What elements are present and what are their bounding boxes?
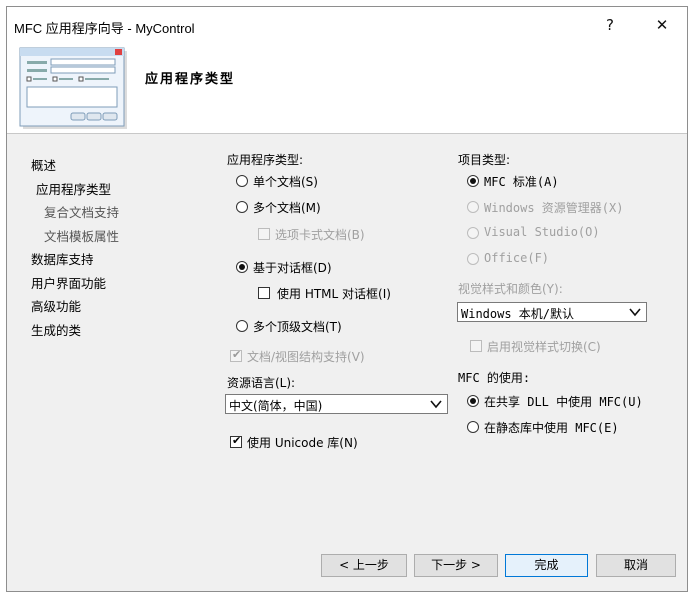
office-label: Office(F) bbox=[484, 251, 550, 265]
radio-static-lib[interactable] bbox=[467, 421, 479, 433]
radio-office[interactable] bbox=[467, 253, 479, 265]
multi-doc-label: 多个文档(M) bbox=[253, 201, 321, 215]
wizard-header: 应用程序类型 bbox=[7, 41, 687, 133]
resource-lang-select[interactable]: 中文(简体，中国) bbox=[225, 394, 448, 414]
checkbox-tabbed-docs[interactable] bbox=[258, 228, 270, 240]
sidebar-item-compound-doc[interactable]: 复合文档支持 bbox=[44, 202, 119, 221]
radio-multi-doc[interactable] bbox=[236, 201, 248, 213]
title-bar: MFC 应用程序向导 - MyControl ? ✕ bbox=[7, 7, 687, 41]
resource-lang-value: 中文(简体，中国) bbox=[229, 399, 323, 413]
radio-multi-top-level[interactable] bbox=[236, 320, 248, 332]
unicode-label: 使用 Unicode 库(N) bbox=[247, 436, 358, 450]
close-button[interactable]: ✕ bbox=[642, 13, 682, 37]
tabbed-docs-label: 选项卡式文档(B) bbox=[275, 228, 365, 242]
multi-top-level-label: 多个顶级文档(T) bbox=[253, 320, 342, 334]
shared-dll-label: 在共享 DLL 中使用 MFC(U) bbox=[484, 395, 643, 409]
checkbox-style-toggle[interactable] bbox=[470, 340, 482, 352]
style-toggle-label: 启用视觉样式切换(C) bbox=[487, 340, 601, 354]
content-panel: 应用程序类型: 单个文档(S) 多个文档(M) 选项卡式文档(B) 基于对话框(… bbox=[211, 134, 687, 591]
chevron-down-icon bbox=[430, 400, 442, 409]
explorer-label: Windows 资源管理器(X) bbox=[484, 201, 624, 215]
sidebar-item-doc-template[interactable]: 文档模板属性 bbox=[44, 226, 119, 245]
wizard-dialog: MFC 应用程序向导 - MyControl ? ✕ 应用程序类型 概述 应用程… bbox=[6, 6, 688, 592]
chevron-down-icon bbox=[629, 308, 641, 317]
checkbox-unicode[interactable]: ✔ bbox=[230, 434, 242, 448]
sidebar-item-app-type[interactable]: 应用程序类型 bbox=[36, 179, 111, 198]
next-button[interactable]: 下一步 > bbox=[414, 554, 498, 577]
mfc-use-label: MFC 的使用: bbox=[458, 371, 531, 385]
app-type-label: 应用程序类型: bbox=[227, 153, 304, 167]
sidebar-item-advanced[interactable]: 高级功能 bbox=[31, 296, 81, 315]
check-mark-icon: ✔ bbox=[232, 434, 242, 447]
radio-mfc-standard[interactable] bbox=[467, 175, 479, 187]
single-doc-label: 单个文档(S) bbox=[253, 175, 318, 189]
mfc-standard-label: MFC 标准(A) bbox=[484, 175, 559, 189]
sidebar-item-database[interactable]: 数据库支持 bbox=[31, 249, 94, 268]
visual-style-select[interactable]: Windows 本机/默认 bbox=[457, 302, 647, 322]
visual-studio-label: Visual Studio(O) bbox=[484, 225, 600, 239]
radio-single-doc[interactable] bbox=[236, 175, 248, 187]
sidebar-item-overview[interactable]: 概述 bbox=[31, 155, 56, 174]
sidebar-item-generated-classes[interactable]: 生成的类 bbox=[31, 320, 81, 339]
radio-shared-dll[interactable] bbox=[467, 395, 479, 407]
back-button[interactable]: < 上一步 bbox=[321, 554, 407, 577]
help-button[interactable]: ? bbox=[590, 13, 630, 37]
check-mark-icon: ✔ bbox=[232, 348, 242, 361]
project-type-label: 项目类型: bbox=[458, 153, 511, 167]
window-title: MFC 应用程序向导 - MyControl bbox=[14, 21, 195, 36]
dialog-preview-icon bbox=[19, 47, 127, 129]
static-lib-label: 在静态库中使用 MFC(E) bbox=[484, 421, 619, 435]
html-dialog-label: 使用 HTML 对话框(I) bbox=[277, 287, 391, 301]
doc-view-label: 文档/视图结构支持(V) bbox=[247, 350, 365, 364]
radio-explorer[interactable] bbox=[467, 201, 479, 213]
finish-button[interactable]: 完成 bbox=[505, 554, 588, 577]
sidebar: 概述 应用程序类型 复合文档支持 文档模板属性 数据库支持 用户界面功能 高级功… bbox=[7, 134, 211, 591]
page-title: 应用程序类型 bbox=[145, 72, 236, 87]
radio-dialog-based[interactable] bbox=[236, 261, 248, 273]
resource-lang-label: 资源语言(L): bbox=[227, 376, 296, 390]
checkbox-doc-view[interactable]: ✔ bbox=[230, 348, 242, 362]
dialog-based-label: 基于对话框(D) bbox=[253, 261, 332, 275]
sidebar-item-ui-features[interactable]: 用户界面功能 bbox=[31, 273, 106, 292]
cancel-button[interactable]: 取消 bbox=[596, 554, 676, 577]
radio-visual-studio[interactable] bbox=[467, 227, 479, 239]
visual-style-value: Windows 本机/默认 bbox=[461, 307, 575, 321]
visual-style-label: 视觉样式和颜色(Y): bbox=[458, 282, 563, 296]
checkbox-html-dialog[interactable] bbox=[258, 287, 270, 299]
